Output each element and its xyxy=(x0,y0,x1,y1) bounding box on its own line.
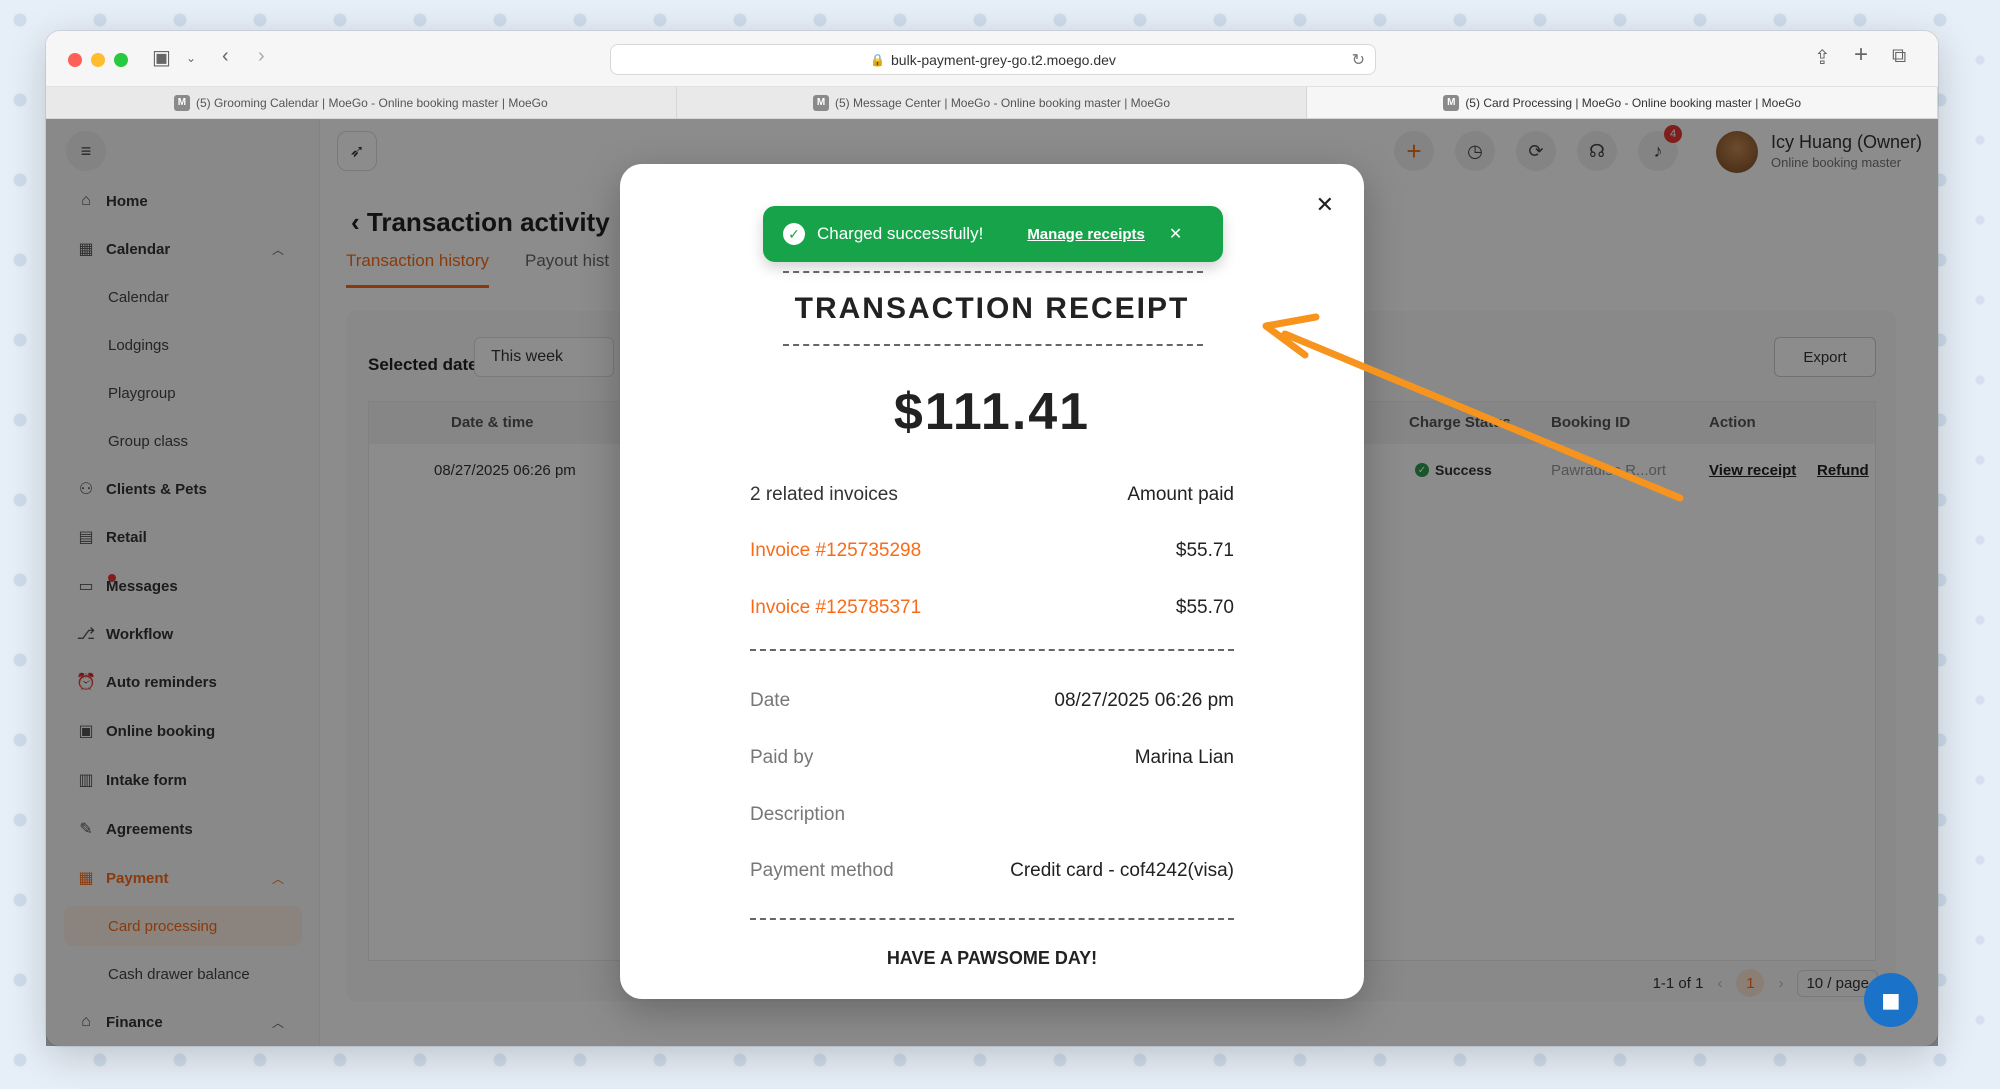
tab-grooming-calendar[interactable]: M (5) Grooming Calendar | MoeGo - Online… xyxy=(46,87,677,118)
url-text: bulk-payment-grey-go.t2.moego.dev xyxy=(891,51,1116,68)
receipt-footer: HAVE A PAWSOME DAY! xyxy=(886,948,1098,968)
close-icon[interactable]: ✕ xyxy=(1316,192,1334,218)
manage-receipts-link[interactable]: Manage receipts xyxy=(1027,226,1145,243)
address-bar[interactable]: 🔒 bulk-payment-grey-go.t2.moego.dev ↻ xyxy=(610,44,1376,75)
check-icon: ✓ xyxy=(783,223,805,245)
receipt-modal: ✕ ✓ Charged successfully! Manage receipt… xyxy=(620,164,1364,999)
tab-title: (5) Card Processing | MoeGo - Online boo… xyxy=(1465,95,1802,110)
invoices-header-row: 2 related invoices Amount paid xyxy=(750,484,1234,506)
divider xyxy=(783,271,1203,273)
close-icon[interactable]: ✕ xyxy=(1169,224,1182,244)
tab-message-center[interactable]: M (5) Message Center | MoeGo - Online bo… xyxy=(677,87,1308,118)
divider xyxy=(750,649,1234,651)
date-value: 08/27/2025 06:26 pm xyxy=(1054,690,1234,711)
related-invoices-label: 2 related invoices xyxy=(750,484,898,505)
minimize-window-button[interactable] xyxy=(91,53,105,67)
tab-overview-icon[interactable]: ⧉ xyxy=(1892,45,1906,68)
invoice-link[interactable]: Invoice #125785371 xyxy=(750,597,921,619)
lock-icon: 🔒 xyxy=(870,52,886,67)
browser-toolbar: ▣ ⌄ ‹ › 🔒 bulk-payment-grey-go.t2.moego.… xyxy=(46,31,1938,87)
divider xyxy=(750,918,1234,920)
moego-favicon-icon: M xyxy=(812,94,829,111)
paid-by-value: Marina Lian xyxy=(1134,747,1234,768)
payment-method-row: Payment method Credit card - cof4242(vis… xyxy=(750,860,1234,882)
invoice-amount: $55.71 xyxy=(1175,540,1234,561)
tab-card-processing[interactable]: M (5) Card Processing | MoeGo - Online b… xyxy=(1307,87,1938,118)
share-icon[interactable]: ⇪ xyxy=(1814,45,1831,70)
receipt-title: TRANSACTION RECEIPT xyxy=(794,292,1190,325)
amount-paid-label: Amount paid xyxy=(1127,484,1234,505)
payment-method-label: Payment method xyxy=(750,860,894,881)
close-window-button[interactable] xyxy=(68,53,82,67)
moego-favicon-icon: M xyxy=(1443,94,1460,111)
date-label: Date xyxy=(750,690,791,711)
reload-icon[interactable]: ↻ xyxy=(1352,50,1365,70)
divider xyxy=(783,344,1203,346)
zoom-window-button[interactable] xyxy=(114,53,128,67)
toast-message: Charged successfully! xyxy=(817,224,984,243)
moego-favicon-icon: M xyxy=(173,94,190,111)
description-label: Description xyxy=(750,804,846,825)
chat-icon[interactable]: ◼ xyxy=(1864,973,1918,1027)
receipt-amount: $111.41 xyxy=(893,383,1091,441)
tab-title: (5) Message Center | MoeGo - Online book… xyxy=(834,95,1171,110)
date-row: Date 08/27/2025 06:26 pm xyxy=(750,690,1234,712)
sidebar-toggle-icon[interactable]: ▣ xyxy=(152,45,171,70)
tab-bar: M (5) Grooming Calendar | MoeGo - Online… xyxy=(46,87,1938,119)
paid-by-label: Paid by xyxy=(750,747,814,768)
window-controls xyxy=(68,53,128,67)
forward-icon[interactable]: › xyxy=(258,45,265,68)
payment-method-value: Credit card - cof4242(visa) xyxy=(1010,860,1234,881)
chevron-down-icon[interactable]: ⌄ xyxy=(186,51,196,65)
invoice-amount: $55.70 xyxy=(1175,597,1234,618)
description-row: Description xyxy=(750,804,1234,826)
success-toast: ✓ Charged successfully! Manage receipts … xyxy=(763,206,1223,262)
tab-title: (5) Grooming Calendar | MoeGo - Online b… xyxy=(195,95,548,110)
back-icon[interactable]: ‹ xyxy=(222,45,229,68)
new-tab-icon[interactable]: + xyxy=(1854,41,1868,69)
invoice-row: Invoice #125785371 $55.70 xyxy=(750,597,1234,619)
paid-by-row: Paid by Marina Lian xyxy=(750,747,1234,769)
invoice-link[interactable]: Invoice #125735298 xyxy=(750,540,921,562)
invoice-row: Invoice #125735298 $55.71 xyxy=(750,540,1234,562)
